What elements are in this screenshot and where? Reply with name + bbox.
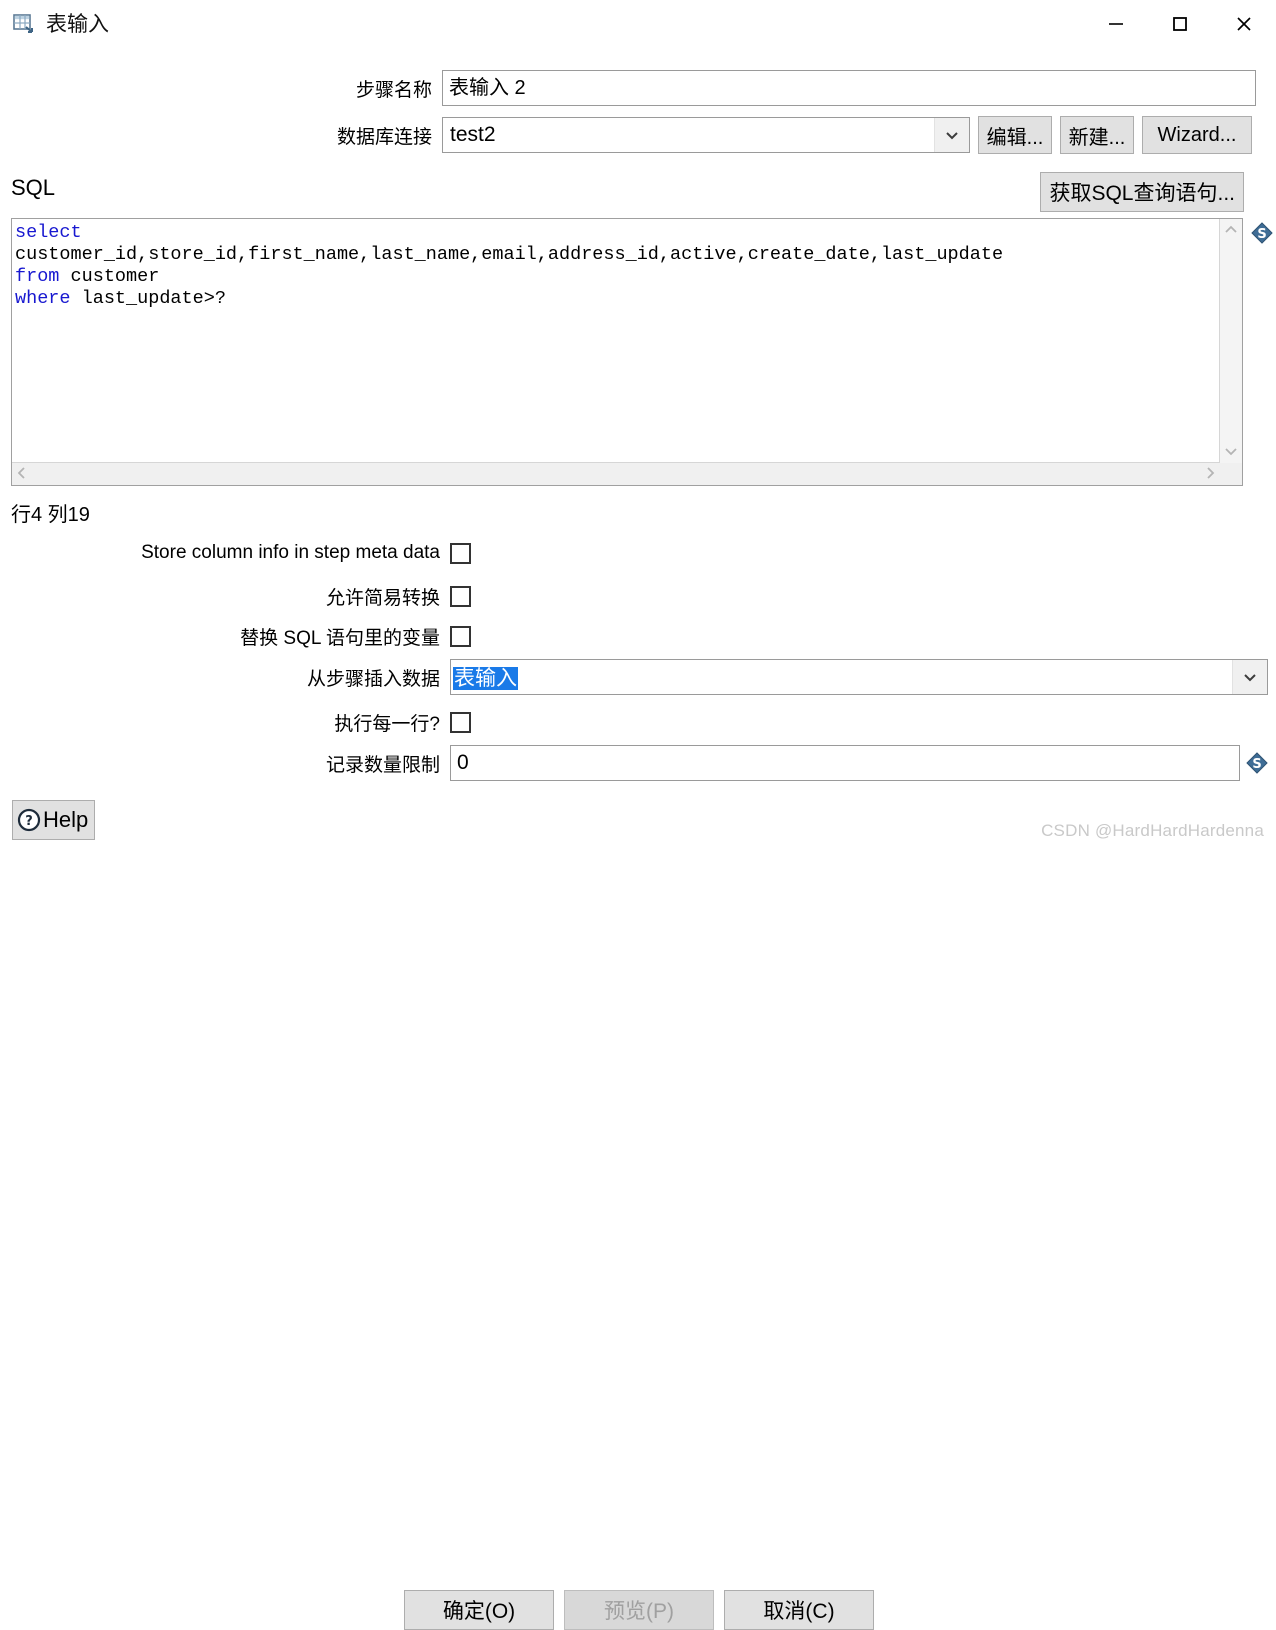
sql-where-expr: last_update>? bbox=[70, 288, 226, 309]
insert-from-step-row: 从步骤插入数据 表输入 bbox=[0, 659, 1276, 695]
insert-from-step-label: 从步骤插入数据 bbox=[306, 668, 440, 690]
lazy-conversion-checkbox[interactable] bbox=[450, 586, 471, 607]
execute-each-row-checkbox[interactable] bbox=[450, 712, 471, 733]
ok-button[interactable]: 确定(O) bbox=[404, 1590, 554, 1630]
execute-each-row-row: 执行每一行? bbox=[0, 709, 1276, 736]
db-connection-value: test2 bbox=[450, 123, 496, 146]
lazy-conversion-label: 允许简易转换 bbox=[325, 588, 440, 609]
step-name-input[interactable] bbox=[442, 70, 1256, 106]
store-column-info-checkbox[interactable] bbox=[450, 542, 471, 564]
dialog-footer: ? Help 确定(O) 预览(P) 取消(C) CSDN @HardHardH… bbox=[0, 791, 1276, 1630]
dollar-variable-icon[interactable]: S bbox=[1251, 222, 1273, 244]
lazy-conversion-row: 允许简易转换 bbox=[0, 583, 1276, 610]
maximize-button[interactable] bbox=[1148, 0, 1212, 48]
cursor-position-status: 行4 列19 bbox=[11, 504, 90, 526]
window-controls bbox=[1084, 0, 1276, 48]
sql-from-table: customer bbox=[59, 266, 160, 287]
row-limit-input[interactable] bbox=[450, 745, 1240, 781]
sql-section-label: SQL bbox=[11, 175, 56, 200]
scroll-right-icon[interactable] bbox=[1202, 463, 1220, 486]
step-name-row: 步骤名称 bbox=[0, 70, 1276, 106]
svg-text:S: S bbox=[1252, 757, 1261, 772]
insert-from-step-select[interactable]: 表输入 bbox=[450, 659, 1268, 695]
step-name-label: 步骤名称 bbox=[355, 79, 432, 101]
execute-each-row-label: 执行每一行? bbox=[334, 714, 440, 735]
preview-button[interactable]: 预览(P) bbox=[564, 1590, 714, 1630]
maximize-icon bbox=[1173, 17, 1187, 31]
replace-variables-label: 替换 SQL 语句里的变量 bbox=[240, 628, 440, 649]
svg-text:S: S bbox=[1257, 227, 1266, 242]
scroll-down-icon[interactable] bbox=[1220, 442, 1242, 463]
help-label: Help bbox=[43, 807, 89, 832]
db-connection-row: 数据库连接 test2 编辑... 新建... Wizard... bbox=[0, 116, 1276, 154]
row-limit-label: 记录数量限制 bbox=[325, 754, 440, 776]
insert-from-step-value: 表输入 bbox=[451, 662, 1232, 692]
sql-columns-line: customer_id,store_id,first_name,last_nam… bbox=[15, 244, 1004, 265]
sql-editor[interactable]: select customer_id,store_id,first_name,l… bbox=[11, 218, 1243, 486]
store-column-info-row: Store column info in step meta data bbox=[0, 542, 1276, 564]
sql-keyword-from: from bbox=[15, 266, 60, 287]
edit-connection-button[interactable]: 编辑... bbox=[978, 116, 1052, 154]
scroll-up-icon[interactable] bbox=[1220, 219, 1242, 240]
replace-variables-row: 替换 SQL 语句里的变量 bbox=[0, 623, 1276, 650]
row-limit-row: 记录数量限制 S bbox=[0, 745, 1276, 781]
insert-from-step-selected-text: 表输入 bbox=[453, 667, 518, 690]
replace-variables-checkbox[interactable] bbox=[450, 626, 471, 647]
minimize-button[interactable] bbox=[1084, 0, 1148, 48]
get-sql-query-button[interactable]: 获取SQL查询语句... bbox=[1040, 172, 1244, 212]
cancel-button[interactable]: 取消(C) bbox=[724, 1590, 874, 1630]
store-column-info-label: Store column info in step meta data bbox=[141, 542, 440, 563]
chevron-down-icon[interactable] bbox=[1232, 660, 1267, 694]
scrollbar-corner bbox=[1220, 463, 1242, 485]
help-button[interactable]: ? Help bbox=[12, 800, 96, 840]
watermark: CSDN @HardHardHardenna bbox=[1041, 821, 1264, 840]
sql-horizontal-scrollbar[interactable] bbox=[12, 462, 1220, 485]
dollar-variable-icon[interactable]: S bbox=[1246, 752, 1268, 774]
scroll-left-icon[interactable] bbox=[12, 463, 30, 486]
table-input-icon bbox=[11, 11, 37, 37]
wizard-button[interactable]: Wizard... bbox=[1142, 116, 1252, 154]
db-connection-label: 数据库连接 bbox=[336, 126, 432, 148]
sql-vertical-scrollbar[interactable] bbox=[1219, 219, 1242, 463]
close-button[interactable] bbox=[1212, 0, 1276, 48]
close-icon bbox=[1237, 17, 1251, 31]
sql-keyword-where: where bbox=[15, 288, 71, 309]
chevron-down-icon[interactable] bbox=[934, 118, 969, 152]
sql-keyword-select: select bbox=[15, 222, 82, 243]
question-circle-icon: ? bbox=[17, 808, 41, 832]
window-title: 表输入 bbox=[46, 12, 109, 36]
minimize-icon bbox=[1109, 23, 1123, 25]
sql-text: select customer_id,store_id,first_name,l… bbox=[15, 222, 1218, 310]
db-connection-select[interactable]: test2 bbox=[442, 117, 970, 153]
title-bar: 表输入 bbox=[0, 0, 1276, 48]
svg-text:?: ? bbox=[25, 814, 33, 829]
new-connection-button[interactable]: 新建... bbox=[1060, 116, 1134, 154]
